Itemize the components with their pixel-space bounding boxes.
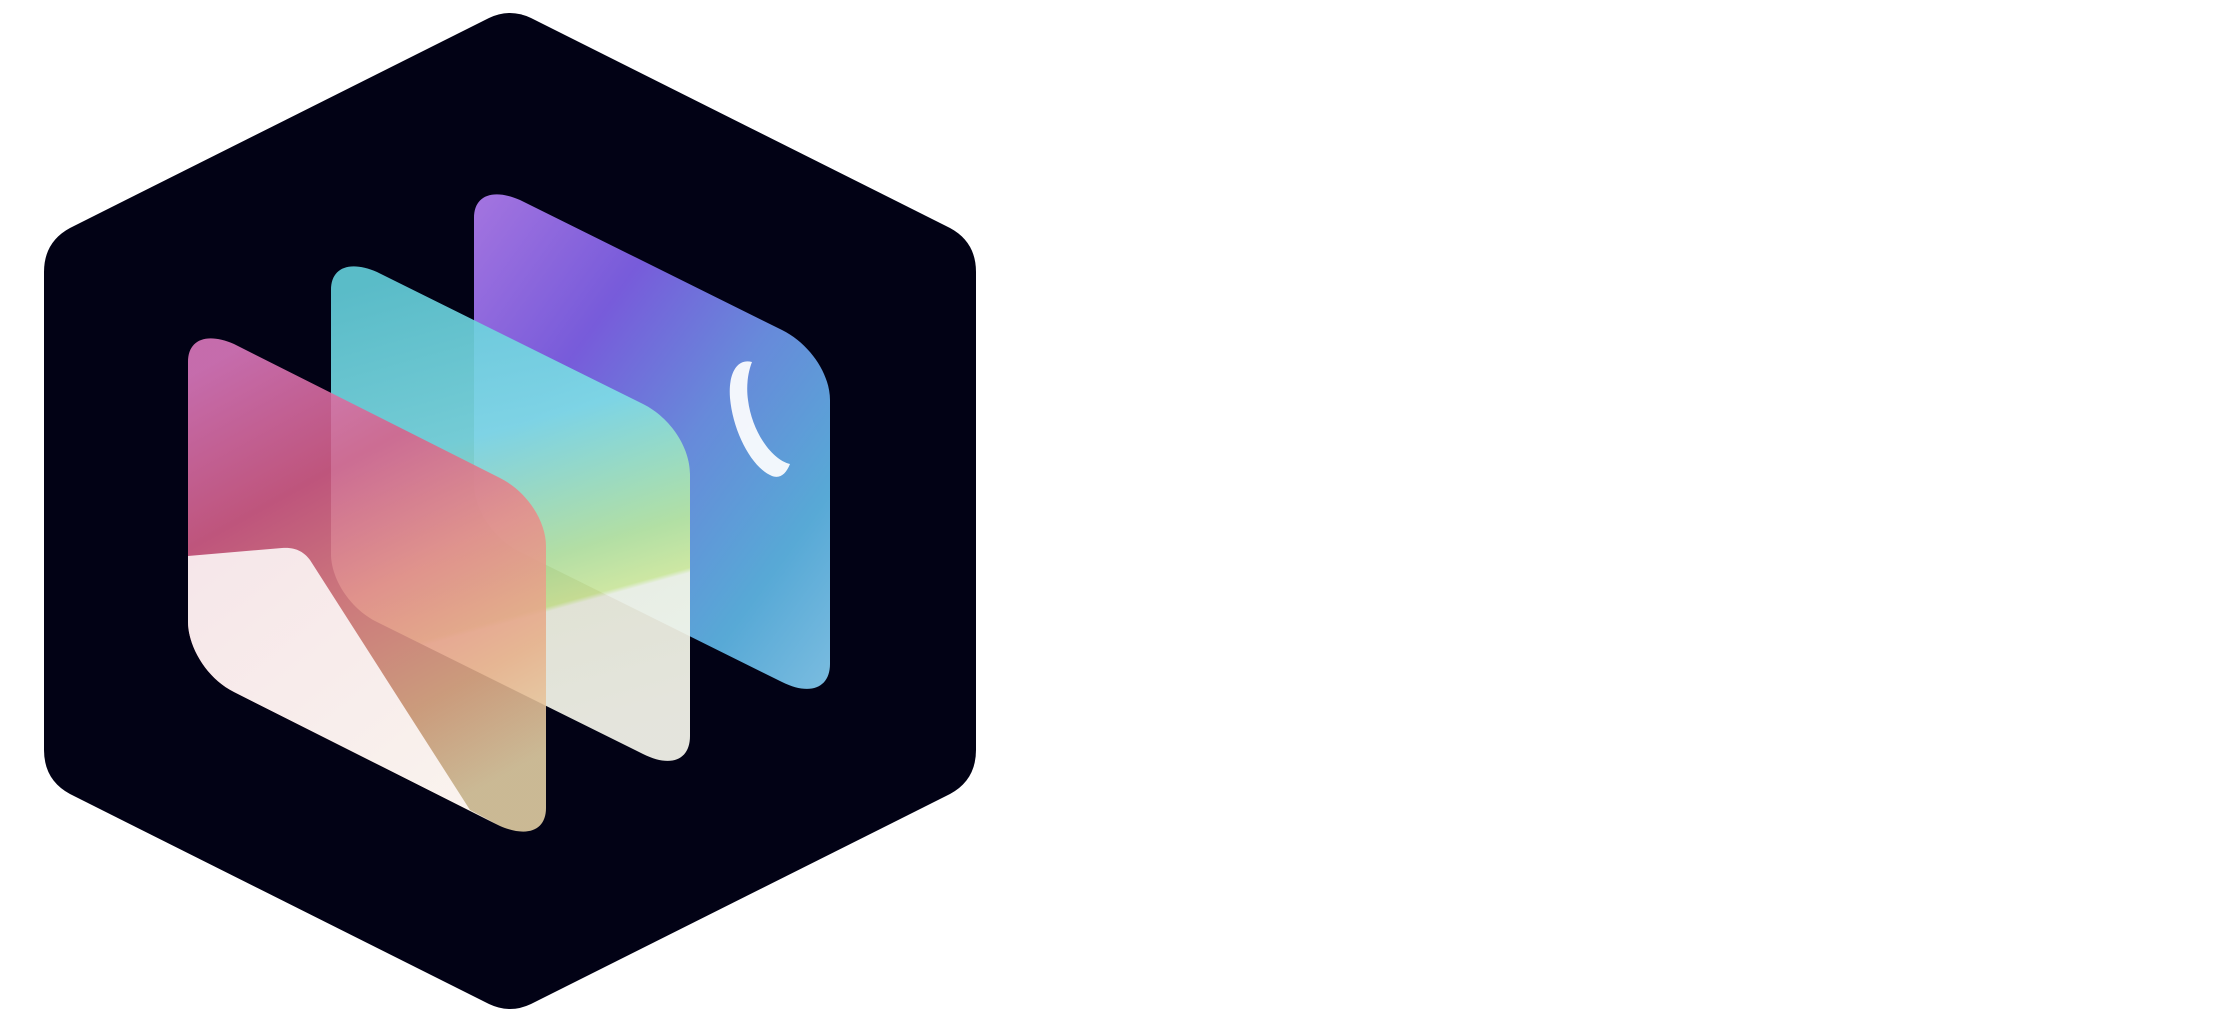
canvas — [0, 0, 2240, 1024]
layered-cards-hexagon-icon — [44, 13, 976, 1009]
